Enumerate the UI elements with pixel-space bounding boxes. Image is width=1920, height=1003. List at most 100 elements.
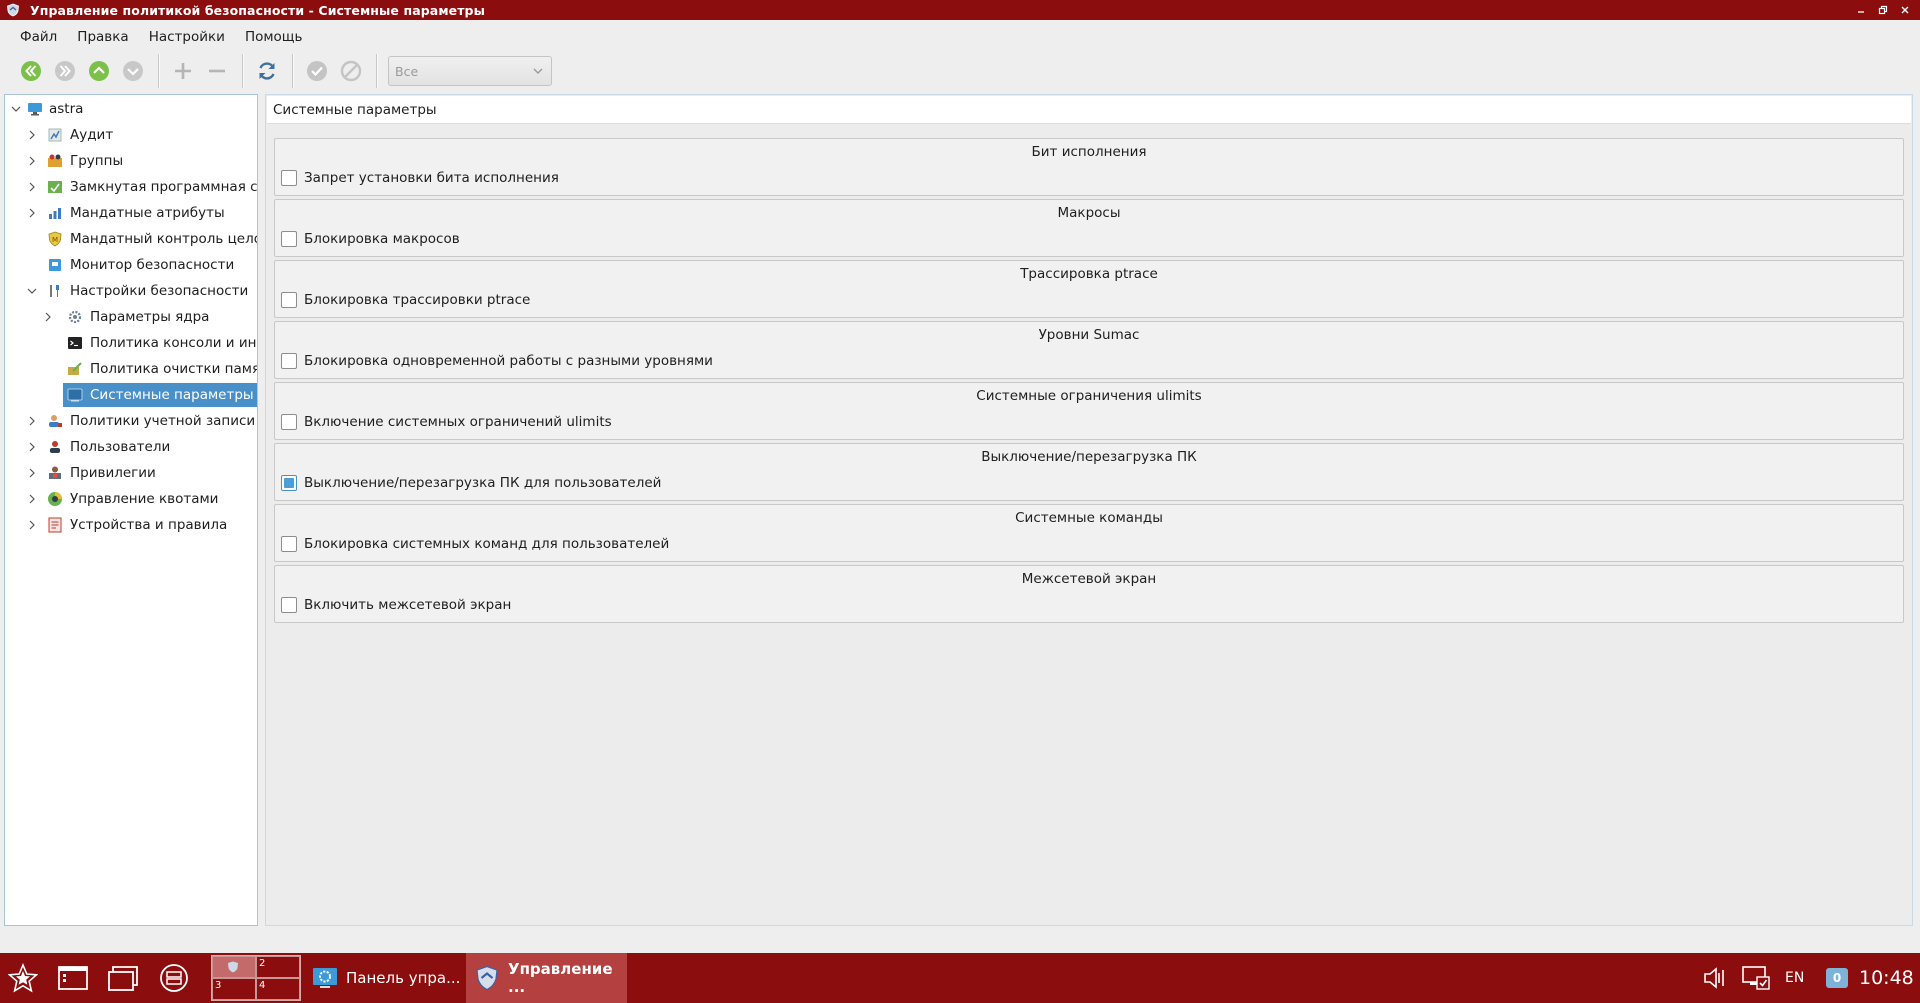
tree-item-users[interactable]: Пользователи bbox=[5, 435, 257, 459]
tree-item-quota-management[interactable]: Управление квотами bbox=[5, 487, 257, 511]
minimize-button[interactable] bbox=[1850, 0, 1872, 20]
terminal-icon bbox=[68, 337, 82, 349]
task-security-policy[interactable]: Управление ... bbox=[466, 953, 627, 1003]
privileges-icon bbox=[49, 466, 61, 479]
option-row[interactable]: Включить межсетевой экран bbox=[281, 597, 511, 613]
checkbox-label[interactable]: Блокировка одновременной работы с разным… bbox=[304, 353, 713, 369]
forward-button[interactable] bbox=[50, 56, 80, 86]
option-row[interactable]: Блокировка макросов bbox=[281, 231, 460, 247]
task-control-panel[interactable]: Панель упра... bbox=[304, 953, 466, 1003]
chevron-right-icon[interactable] bbox=[27, 416, 37, 426]
tree-item-security-monitor[interactable]: Монитор безопасности bbox=[5, 253, 257, 277]
checkbox-label[interactable]: Блокировка макросов bbox=[304, 231, 460, 247]
toolbar-separator bbox=[242, 54, 244, 88]
tree-item-kernel-params[interactable]: Параметры ядра bbox=[5, 305, 257, 329]
up-button[interactable] bbox=[84, 56, 114, 86]
menu-settings[interactable]: Настройки bbox=[139, 25, 235, 49]
tree-item-devices-rules[interactable]: Устройства и правила bbox=[5, 513, 257, 537]
chevron-right-icon[interactable] bbox=[27, 442, 37, 452]
chevron-right-icon[interactable] bbox=[27, 208, 37, 218]
file-manager-button[interactable] bbox=[157, 962, 191, 994]
menu-file[interactable]: Файл bbox=[10, 25, 67, 49]
chevron-right-icon[interactable] bbox=[43, 312, 53, 322]
workspace-number: 3 bbox=[215, 980, 222, 991]
checkbox-label[interactable]: Блокировка трассировки ptrace bbox=[304, 292, 530, 308]
tree-item-mandatory-attributes[interactable]: Мандатные атрибуты bbox=[5, 201, 257, 225]
chevron-right-icon[interactable] bbox=[27, 494, 37, 504]
tree-item-audit[interactable]: Аудит bbox=[5, 123, 257, 147]
workspace-4[interactable]: 4 bbox=[256, 978, 300, 1000]
tree-item-account-policies[interactable]: Политики учетной записи bbox=[5, 409, 257, 433]
chevron-right-icon[interactable] bbox=[27, 520, 37, 530]
chevron-down-icon[interactable] bbox=[11, 104, 21, 114]
integrity-shield-icon: M bbox=[48, 231, 62, 247]
start-menu-button[interactable] bbox=[6, 962, 40, 994]
checkbox[interactable] bbox=[281, 231, 297, 247]
checkbox[interactable] bbox=[281, 353, 297, 369]
checkbox[interactable] bbox=[281, 597, 297, 613]
checkbox-label[interactable]: Включить межсетевой экран bbox=[304, 597, 511, 613]
notifications[interactable]: 0 bbox=[1826, 953, 1848, 1003]
checkbox-label[interactable]: Блокировка системных команд для пользова… bbox=[304, 536, 669, 552]
cancel-button[interactable] bbox=[336, 56, 366, 86]
menu-edit[interactable]: Правка bbox=[67, 25, 138, 49]
tree-item-label: Управление квотами bbox=[70, 491, 219, 507]
refresh-button[interactable] bbox=[252, 56, 282, 86]
filter-select[interactable]: Все bbox=[388, 56, 552, 86]
option-row[interactable]: Запрет установки бита исполнения bbox=[281, 170, 559, 186]
tree-item-label: Устройства и правила bbox=[70, 517, 228, 533]
attributes-icon bbox=[49, 208, 61, 219]
minimize-icon bbox=[1858, 11, 1864, 13]
show-desktop-button[interactable] bbox=[56, 962, 90, 994]
option-row[interactable]: Блокировка одновременной работы с разным… bbox=[281, 353, 713, 369]
windows-button[interactable] bbox=[106, 962, 140, 994]
checkbox-checked[interactable] bbox=[281, 475, 297, 491]
workspace-number: 4 bbox=[259, 980, 266, 991]
group-ulimits: Системные ограничения ulimits Включение … bbox=[274, 382, 1904, 440]
taskbar: 2 3 4 Панель упра... Управление ... EN 0… bbox=[0, 953, 1920, 1003]
tree-item-closed-software-env[interactable]: Замкнутая программная с... bbox=[5, 175, 257, 199]
clock[interactable]: 10:48 bbox=[1859, 953, 1914, 1003]
chevron-right-icon[interactable] bbox=[27, 182, 37, 192]
tree-item-memory-cleanup-policy[interactable]: Политика очистки памя... bbox=[5, 357, 257, 381]
tree-item-system-params[interactable]: Системные параметры bbox=[5, 383, 257, 407]
tree-item-privileges[interactable]: Привилегии bbox=[5, 461, 257, 485]
chevron-right-icon[interactable] bbox=[27, 156, 37, 166]
checkbox-label[interactable]: Запрет установки бита исполнения bbox=[304, 170, 559, 186]
workspace-3[interactable]: 3 bbox=[212, 978, 256, 1000]
option-row[interactable]: Выключение/перезагрузка ПК для пользоват… bbox=[281, 475, 661, 491]
keyboard-layout[interactable]: EN bbox=[1785, 953, 1804, 1003]
close-button[interactable] bbox=[1894, 0, 1916, 20]
restore-button[interactable] bbox=[1872, 0, 1894, 20]
tree-item-mandatory-integrity[interactable]: M Мандатный контроль цело... bbox=[5, 227, 257, 251]
tree-item-security-settings[interactable]: Настройки безопасности bbox=[5, 279, 257, 303]
option-row[interactable]: Блокировка системных команд для пользова… bbox=[281, 536, 669, 552]
apply-button[interactable] bbox=[302, 56, 332, 86]
checkbox[interactable] bbox=[281, 536, 297, 552]
tree-item-console-policy[interactable]: Политика консоли и ин... bbox=[5, 331, 257, 355]
group-title: Трассировка ptrace bbox=[1020, 266, 1158, 282]
group-ptrace: Трассировка ptrace Блокировка трассировк… bbox=[274, 260, 1904, 318]
tree-item-astra[interactable]: astra bbox=[5, 97, 257, 121]
checkbox-label[interactable]: Выключение/перезагрузка ПК для пользоват… bbox=[304, 475, 661, 491]
down-button[interactable] bbox=[118, 56, 148, 86]
menu-help[interactable]: Помощь bbox=[235, 25, 313, 49]
checkbox-label[interactable]: Включение системных ограничений ulimits bbox=[304, 414, 612, 430]
chevron-right-icon[interactable] bbox=[27, 130, 37, 140]
chevron-down-icon[interactable] bbox=[27, 286, 37, 296]
network-status[interactable] bbox=[1741, 953, 1771, 1003]
workspace-number: 2 bbox=[259, 958, 266, 969]
back-button[interactable] bbox=[16, 56, 46, 86]
option-row[interactable]: Включение системных ограничений ulimits bbox=[281, 414, 612, 430]
checkbox[interactable] bbox=[281, 414, 297, 430]
tree-item-groups[interactable]: Группы bbox=[5, 149, 257, 173]
checkbox[interactable] bbox=[281, 170, 297, 186]
workspace-2[interactable]: 2 bbox=[256, 956, 300, 978]
add-button[interactable] bbox=[168, 56, 198, 86]
workspace-1[interactable] bbox=[212, 956, 256, 978]
checkbox[interactable] bbox=[281, 292, 297, 308]
volume-control[interactable] bbox=[1702, 953, 1728, 1003]
remove-button[interactable] bbox=[202, 56, 232, 86]
chevron-right-icon[interactable] bbox=[27, 468, 37, 478]
option-row[interactable]: Блокировка трассировки ptrace bbox=[281, 292, 530, 308]
